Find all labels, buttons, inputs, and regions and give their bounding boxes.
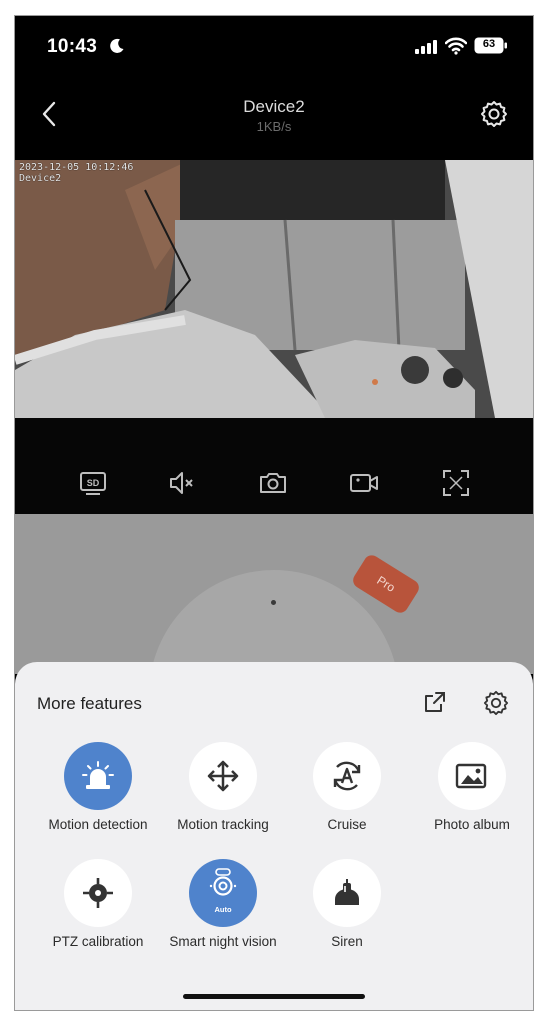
- bitrate-label: 1KB/s: [256, 119, 292, 134]
- live-video-feed[interactable]: 2023-12-05 10:12:46 Device2: [15, 160, 533, 418]
- sd-label: SD: [87, 478, 100, 488]
- status-bar: 10:43 63: [15, 16, 533, 80]
- feature-cruise[interactable]: Cruise: [282, 742, 412, 833]
- feature-label: Siren: [331, 934, 363, 949]
- feature-circle[interactable]: [313, 742, 381, 810]
- cruise-icon: [333, 761, 361, 791]
- device-title: Device2: [243, 97, 305, 116]
- record-icon[interactable]: [349, 468, 379, 498]
- video-osd: 2023-12-05 10:12:46 Device2: [19, 162, 133, 184]
- home-indicator: [183, 994, 365, 999]
- joystick-center-dot: [271, 600, 276, 605]
- feature-motion-detection[interactable]: Motion detection: [33, 742, 163, 833]
- sd-quality-icon[interactable]: SD: [78, 468, 108, 498]
- feature-circle[interactable]: [313, 859, 381, 927]
- feature-label: Photo album: [434, 817, 510, 832]
- night-vision-icon: [209, 868, 237, 896]
- signal-icon: [415, 40, 437, 54]
- fullscreen-icon[interactable]: [441, 468, 471, 498]
- photo-album-icon: [455, 763, 487, 789]
- feature-label: Motion detection: [48, 817, 148, 832]
- wifi-icon: [445, 37, 467, 55]
- feature-circle[interactable]: [64, 859, 132, 927]
- crosshair-icon: [83, 878, 113, 908]
- clock: 10:43: [47, 36, 98, 57]
- feature-motion-tracking[interactable]: Motion tracking: [158, 742, 288, 833]
- move-arrows-icon: [207, 760, 239, 792]
- feature-label: PTZ calibration: [52, 934, 144, 949]
- feature-label: Cruise: [327, 817, 367, 832]
- feature-circle[interactable]: [64, 742, 132, 810]
- external-link-icon[interactable]: [423, 690, 447, 714]
- feature-ptz-calibration[interactable]: PTZ calibration: [33, 859, 163, 950]
- battery-level: 63: [482, 38, 496, 50]
- phone-screen: 10:43 63 Device2 1KB/s 2023-12-05 10:12:…: [14, 15, 534, 1011]
- video-frame: [15, 160, 533, 418]
- gear-icon[interactable]: [480, 100, 508, 128]
- sheet-title: More features: [37, 694, 142, 713]
- osd-timestamp: 2023-12-05 10:12:46: [19, 162, 134, 173]
- moon-icon: [110, 38, 124, 53]
- feature-photo-album[interactable]: Photo album: [407, 742, 533, 833]
- gear-icon[interactable]: [483, 690, 509, 716]
- snapshot-icon[interactable]: [258, 468, 288, 498]
- feature-label: Motion tracking: [177, 817, 269, 832]
- feature-circle[interactable]: Auto: [189, 859, 257, 927]
- siren-icon: [335, 879, 359, 905]
- feature-siren[interactable]: Siren: [282, 859, 412, 950]
- alarm-light-icon: [82, 761, 114, 789]
- feature-smart-night-vision[interactable]: Auto Smart night vision: [158, 859, 288, 950]
- more-features-sheet: More features Motion detection Motion tr…: [15, 662, 533, 1010]
- mute-icon[interactable]: [167, 468, 197, 498]
- feature-circle[interactable]: [189, 742, 257, 810]
- video-control-bar: SD: [15, 418, 533, 514]
- top-nav: Device2 1KB/s: [15, 80, 533, 160]
- feature-circle[interactable]: [438, 742, 506, 810]
- ptz-control-area: Pro: [15, 514, 533, 674]
- feature-label: Smart night vision: [169, 934, 277, 949]
- auto-badge: Auto: [214, 905, 232, 914]
- osd-device-name: Device2: [19, 173, 62, 184]
